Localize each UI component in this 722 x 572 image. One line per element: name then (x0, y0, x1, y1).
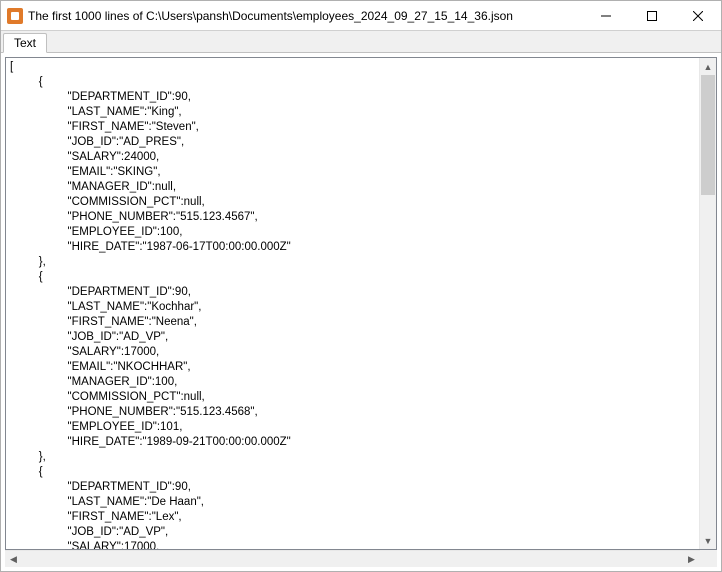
text-line: "EMPLOYEE_ID":101, (10, 420, 695, 435)
text-line: "EMAIL":"SKING", (10, 165, 695, 180)
text-line: "COMMISSION_PCT":null, (10, 390, 695, 405)
text-content[interactable]: [ { "DEPARTMENT_ID":90, "LAST_NAME":"Kin… (6, 58, 699, 549)
close-icon (693, 11, 703, 21)
text-line: { (10, 270, 695, 285)
text-line: "LAST_NAME":"Kochhar", (10, 300, 695, 315)
scroll-left-arrow-icon[interactable]: ◀ (5, 551, 22, 567)
text-line: "LAST_NAME":"King", (10, 105, 695, 120)
window-title: The first 1000 lines of C:\Users\pansh\D… (28, 9, 513, 23)
minimize-button[interactable] (583, 1, 629, 31)
text-line: "PHONE_NUMBER":"515.123.4568", (10, 405, 695, 420)
text-line: "LAST_NAME":"De Haan", (10, 495, 695, 510)
text-line: "SALARY":17000, (10, 540, 695, 549)
text-line: "PHONE_NUMBER":"515.123.4567", (10, 210, 695, 225)
text-line: "FIRST_NAME":"Steven", (10, 120, 695, 135)
text-line: "FIRST_NAME":"Lex", (10, 510, 695, 525)
app-icon (7, 8, 23, 24)
text-line: }, (10, 255, 695, 270)
text-line: "HIRE_DATE":"1989-09-21T00:00:00.000Z" (10, 435, 695, 450)
text-line: "EMPLOYEE_ID":100, (10, 225, 695, 240)
text-line: "HIRE_DATE":"1987-06-17T00:00:00.000Z" (10, 240, 695, 255)
tab-text[interactable]: Text (3, 33, 47, 53)
text-line: "MANAGER_ID":100, (10, 375, 695, 390)
vertical-scrollbar[interactable]: ▲ ▼ (699, 58, 716, 549)
horizontal-scroll-track[interactable] (22, 551, 683, 567)
window-titlebar: The first 1000 lines of C:\Users\pansh\D… (1, 1, 721, 31)
vertical-scroll-thumb[interactable] (701, 75, 715, 195)
scroll-right-arrow-icon[interactable]: ▶ (683, 551, 700, 567)
text-line: "DEPARTMENT_ID":90, (10, 480, 695, 495)
scroll-up-arrow-icon[interactable]: ▲ (700, 58, 716, 75)
text-line: "DEPARTMENT_ID":90, (10, 285, 695, 300)
text-line: "COMMISSION_PCT":null, (10, 195, 695, 210)
text-line: "JOB_ID":"AD_PRES", (10, 135, 695, 150)
text-line: "DEPARTMENT_ID":90, (10, 90, 695, 105)
scroll-down-arrow-icon[interactable]: ▼ (700, 532, 716, 549)
maximize-button[interactable] (629, 1, 675, 31)
text-line: { (10, 465, 695, 480)
text-line: "JOB_ID":"AD_VP", (10, 330, 695, 345)
text-line: "FIRST_NAME":"Neena", (10, 315, 695, 330)
text-line: "EMAIL":"NKOCHHAR", (10, 360, 695, 375)
minimize-icon (601, 11, 611, 21)
close-button[interactable] (675, 1, 721, 31)
horizontal-scroll-thumb[interactable] (22, 552, 683, 566)
horizontal-scrollbar[interactable]: ◀ ▶ (5, 550, 700, 567)
text-line: [ (10, 60, 695, 75)
text-viewer: [ { "DEPARTMENT_ID":90, "LAST_NAME":"Kin… (5, 57, 717, 550)
text-line: { (10, 75, 695, 90)
text-line: "MANAGER_ID":null, (10, 180, 695, 195)
text-line: "SALARY":24000, (10, 150, 695, 165)
maximize-icon (647, 11, 657, 21)
content-area: [ { "DEPARTMENT_ID":90, "LAST_NAME":"Kin… (1, 53, 721, 571)
text-line: "JOB_ID":"AD_VP", (10, 525, 695, 540)
vertical-scroll-track[interactable] (700, 75, 716, 532)
text-line: }, (10, 450, 695, 465)
tab-strip: Text (1, 31, 721, 53)
text-line: "SALARY":17000, (10, 345, 695, 360)
scroll-corner (700, 550, 717, 567)
